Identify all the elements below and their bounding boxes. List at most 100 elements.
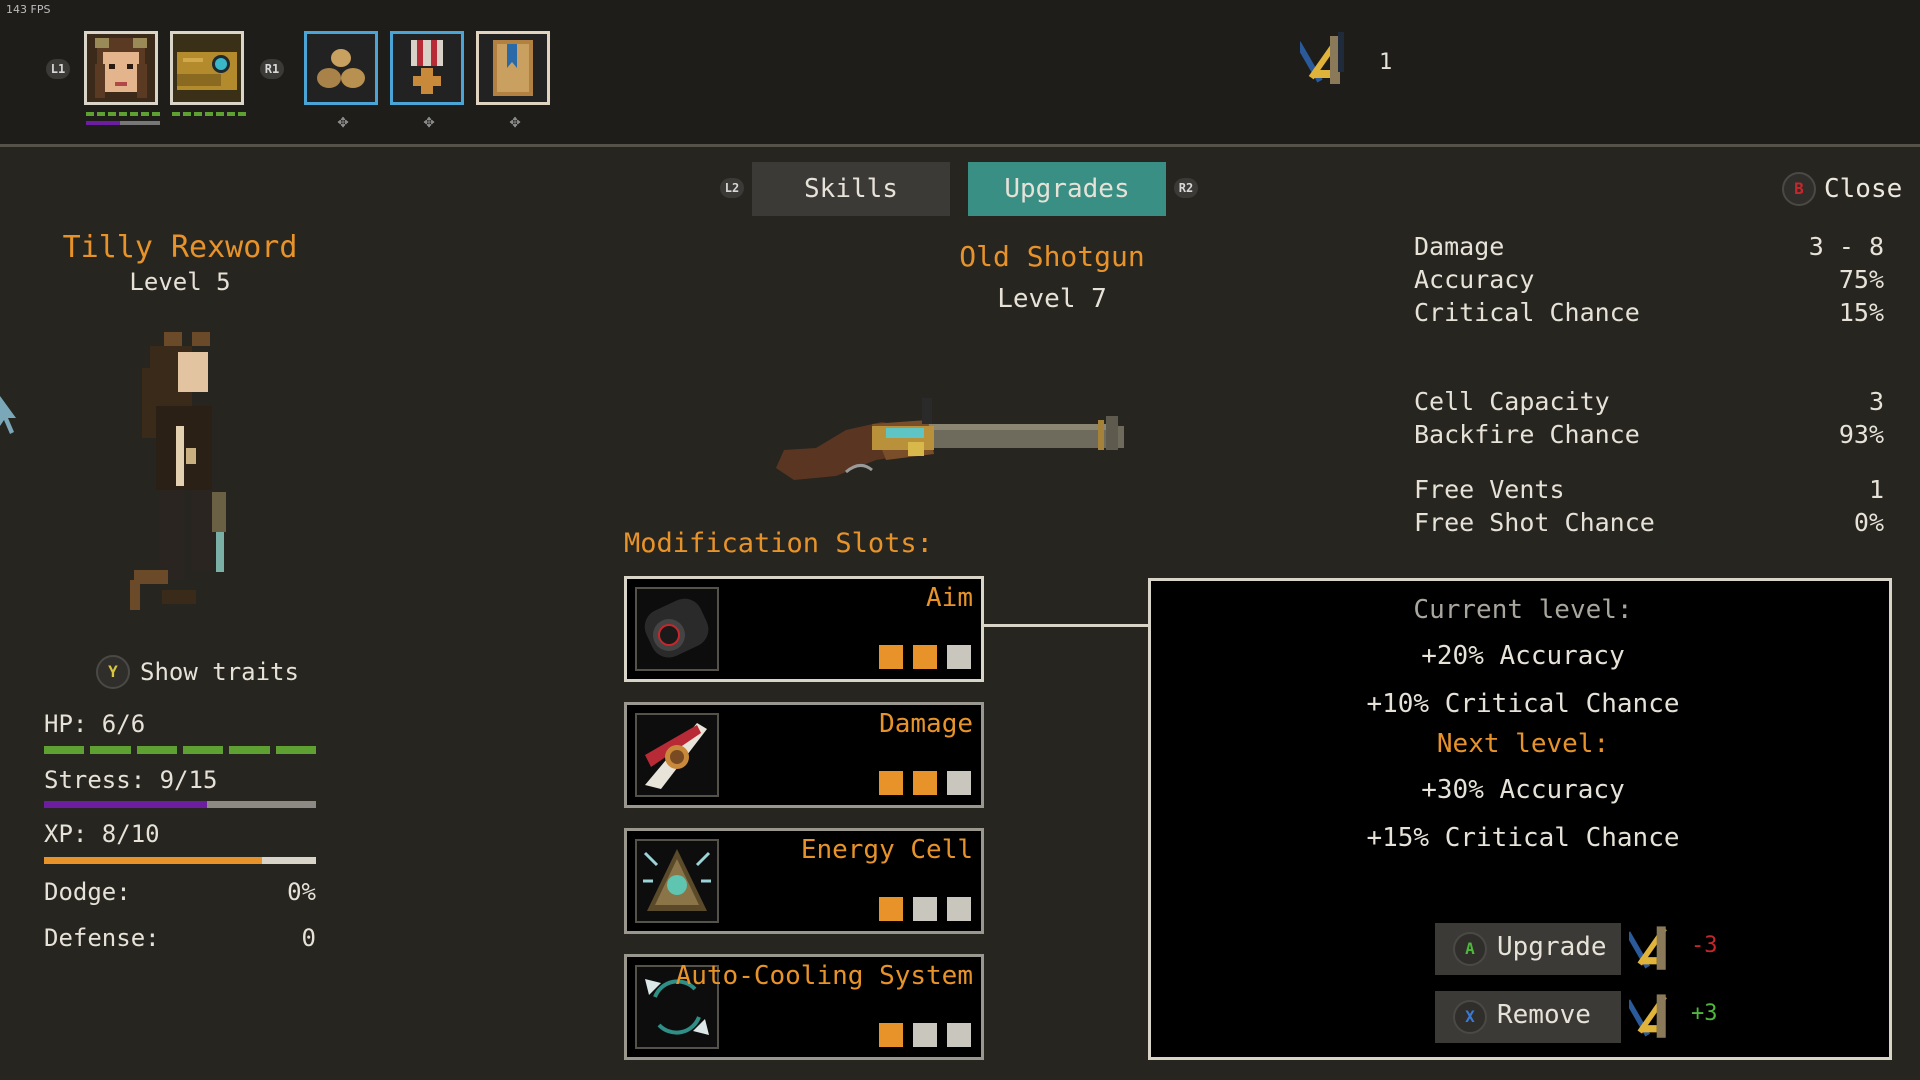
stat-row-backfire-chance: Backfire Chance 93% bbox=[1414, 420, 1884, 449]
slot-level-pips bbox=[879, 1023, 971, 1047]
l2-button-hint[interactable]: L2 bbox=[720, 178, 744, 198]
stress-bar-fill bbox=[44, 801, 208, 808]
scrap-resource-icon bbox=[1295, 30, 1354, 92]
next-level-heading: Next level: bbox=[1436, 729, 1610, 759]
show-traits-label: Show traits bbox=[140, 658, 299, 686]
r2-button-hint[interactable]: R2 bbox=[1174, 178, 1198, 198]
item-slot-book[interactable] bbox=[476, 31, 550, 105]
dino-portrait-icon bbox=[173, 34, 241, 102]
level-pip bbox=[913, 1023, 937, 1047]
xp-label: XP: 8/10 bbox=[44, 820, 160, 848]
show-traits-button[interactable]: Y Show traits bbox=[96, 655, 299, 689]
slot-level-pips bbox=[879, 771, 971, 795]
slot-level-pips bbox=[879, 645, 971, 669]
upgrade-cost: -3 bbox=[1691, 933, 1718, 958]
stat-value: 0% bbox=[1853, 508, 1884, 537]
y-button-icon: Y bbox=[96, 655, 130, 689]
stat-row-damage: Damage 3 - 8 bbox=[1414, 232, 1884, 261]
r1-button-hint[interactable]: R1 bbox=[260, 59, 284, 79]
current-effect-2: +10% Critical Chance bbox=[1366, 689, 1680, 719]
character-sprite bbox=[120, 328, 250, 628]
tilly-stress-mini bbox=[86, 121, 160, 125]
weapon-level: Level 7 bbox=[997, 284, 1107, 314]
dino-hp-dots bbox=[172, 112, 246, 116]
hp-bar bbox=[44, 746, 316, 754]
stress-label: Stress: 9/15 bbox=[44, 766, 218, 794]
hp-segment bbox=[229, 746, 270, 754]
hp-label: HP: 6/6 bbox=[44, 710, 146, 738]
stress-bar bbox=[44, 801, 316, 808]
bullet-burst-icon bbox=[635, 713, 719, 797]
connector-line bbox=[984, 624, 1150, 627]
level-pip bbox=[947, 1023, 971, 1047]
stat-label: Accuracy bbox=[1414, 265, 1535, 294]
x-button-icon: X bbox=[1453, 1000, 1487, 1034]
character-portrait-icon bbox=[87, 34, 155, 102]
tab-upgrades[interactable]: Upgrades bbox=[968, 162, 1166, 216]
l1-button-hint[interactable]: L1 bbox=[46, 59, 70, 79]
mod-slot-aim[interactable]: Aim bbox=[624, 576, 984, 682]
upgrade-detail-panel: Current level: +20% Accuracy +10% Critic… bbox=[1148, 578, 1892, 1060]
party-bar bbox=[0, 0, 1920, 144]
stat-label: Damage bbox=[1414, 232, 1505, 261]
mod-slot-auto-cooling[interactable]: Auto-Cooling System bbox=[624, 954, 984, 1060]
upgrade-label: Upgrade bbox=[1497, 932, 1607, 962]
scope-icon bbox=[635, 587, 719, 671]
stat-row-free-vents: Free Vents 1 bbox=[1414, 475, 1884, 504]
tab-skills[interactable]: Skills bbox=[752, 162, 950, 216]
stat-value: 1 bbox=[1868, 475, 1884, 504]
current-effect-1: +20% Accuracy bbox=[1421, 641, 1625, 671]
remove-button[interactable]: X Remove bbox=[1435, 991, 1621, 1043]
level-pip bbox=[913, 771, 937, 795]
dodge-value: 0% bbox=[287, 878, 316, 906]
level-pip bbox=[913, 897, 937, 921]
stat-label: Free Shot Chance bbox=[1414, 508, 1655, 537]
stat-value: 93% bbox=[1838, 420, 1884, 449]
stat-label: Backfire Chance bbox=[1414, 420, 1640, 449]
stat-row-free-shot-chance: Free Shot Chance 0% bbox=[1414, 508, 1884, 537]
stat-row-accuracy: Accuracy 75% bbox=[1414, 265, 1884, 294]
weapon-name: Old Shotgun bbox=[959, 240, 1145, 273]
stat-value: 3 - 8 bbox=[1808, 232, 1884, 261]
level-pip bbox=[947, 645, 971, 669]
upgrade-button[interactable]: A Upgrade bbox=[1435, 923, 1621, 975]
mod-slot-damage[interactable]: Damage bbox=[624, 702, 984, 808]
item-slot-stones[interactable] bbox=[304, 31, 378, 105]
divider bbox=[0, 144, 1920, 147]
level-pip bbox=[913, 645, 937, 669]
fps-counter: 143 FPS bbox=[6, 3, 51, 16]
stat-label: Cell Capacity bbox=[1414, 387, 1610, 416]
level-pip bbox=[879, 1023, 903, 1047]
portrait-dino[interactable] bbox=[170, 31, 244, 105]
portrait-tilly[interactable] bbox=[84, 31, 158, 105]
stat-row-critical-chance: Critical Chance 15% bbox=[1414, 298, 1884, 327]
tilly-hp-dots bbox=[86, 112, 160, 116]
scrap-icon bbox=[1625, 989, 1679, 1045]
level-pip bbox=[879, 771, 903, 795]
hp-segment bbox=[136, 746, 177, 754]
slot-name: Damage bbox=[879, 709, 973, 739]
book-icon bbox=[479, 34, 547, 102]
slot-name: Aim bbox=[926, 583, 973, 613]
stat-label: Critical Chance bbox=[1414, 298, 1640, 327]
hp-segment bbox=[90, 746, 131, 754]
next-effect-1: +30% Accuracy bbox=[1421, 775, 1625, 805]
character-level: Level 5 bbox=[129, 268, 231, 296]
hp-segment bbox=[182, 746, 224, 754]
energy-cell-icon bbox=[635, 839, 719, 923]
dpad-icon: ✥ bbox=[337, 111, 349, 132]
stones-icon bbox=[307, 34, 375, 102]
slot-name: Energy Cell bbox=[800, 835, 973, 865]
level-pip bbox=[947, 771, 971, 795]
next-effect-2: +15% Critical Chance bbox=[1366, 823, 1680, 853]
stat-label: Free Vents bbox=[1414, 475, 1565, 504]
close-label: Close bbox=[1824, 174, 1903, 204]
close-button[interactable]: B Close bbox=[1782, 172, 1902, 206]
item-slot-medal[interactable] bbox=[390, 31, 464, 105]
dpad-icon: ✥ bbox=[423, 111, 435, 132]
stat-row-cell-capacity: Cell Capacity 3 bbox=[1414, 387, 1884, 416]
defense-label: Defense: bbox=[44, 924, 160, 952]
dpad-icon: ✥ bbox=[509, 111, 521, 132]
mod-slot-energy-cell[interactable]: Energy Cell bbox=[624, 828, 984, 934]
remove-refund: +3 bbox=[1691, 1001, 1718, 1026]
